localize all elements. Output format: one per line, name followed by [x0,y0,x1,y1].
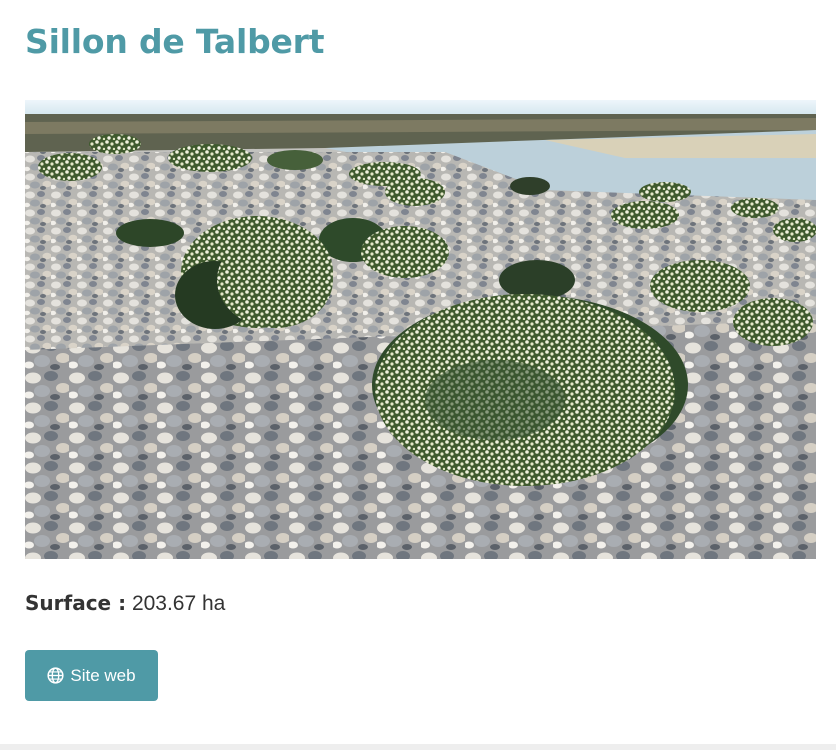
page-title: Sillon de Talbert [25,22,325,61]
website-button-label: Site web [70,665,136,685]
surface-value: 203.67 ha [131,592,226,615]
globe-icon [47,667,64,684]
site-card: Sillon de Talbert Surface: 203.67 ha Si… [0,0,836,750]
surface-info: Surface : 203.67 ha [25,588,225,619]
bottom-divider [0,744,836,750]
site-photo [25,100,816,559]
website-button[interactable]: Site web [25,650,158,701]
surface-label: Surface : [25,591,127,615]
